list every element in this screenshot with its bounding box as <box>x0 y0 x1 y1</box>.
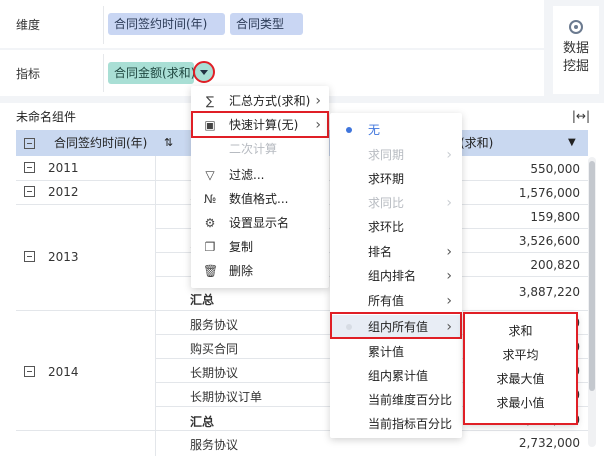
type-label: 汇总 <box>190 293 215 307</box>
collapse-icon[interactable] <box>24 366 35 377</box>
filter-icon: ▽ <box>205 168 215 182</box>
data-mining-label: 数据挖掘 <box>562 41 589 74</box>
menu-item-mom[interactable]: 求环比 <box>330 215 462 239</box>
highlight-group-all-values <box>330 312 462 339</box>
collapse-all-icon[interactable] <box>24 130 35 156</box>
menu-item-all-values[interactable]: 所有值 › <box>330 289 462 313</box>
menu-item-copy[interactable]: ❐ 复制 <box>191 235 329 259</box>
menu-item-display-name[interactable]: ⚙ 设置显示名 <box>191 211 329 235</box>
data-mining-button[interactable]: 数据挖掘 <box>553 6 599 94</box>
chevron-right-icon: › <box>446 195 452 211</box>
type-label: 长期协议订单 <box>190 390 263 404</box>
selected-dot-icon <box>346 127 352 133</box>
chevron-right-icon: › <box>446 147 452 163</box>
year-label: 2014 <box>48 365 79 379</box>
measures-label: 指标 <box>16 67 41 81</box>
menu-item-number-format[interactable]: № 数值格式... <box>191 187 329 211</box>
value-cell: 159,800 <box>530 210 580 224</box>
menu-item-aggregation[interactable]: ∑ 汇总方式(求和) › <box>191 89 329 113</box>
value-cell: 2,732,000 <box>518 436 580 450</box>
data-mining-icon <box>569 20 583 34</box>
menu-item-rank[interactable]: 排名 › <box>330 240 462 264</box>
type-label: 服务协议 <box>190 318 239 332</box>
type-label: 长期协议 <box>190 366 239 380</box>
dimension-chip-contract-type[interactable]: 合同类型 <box>230 13 303 35</box>
year-cell: 2013 <box>16 204 156 310</box>
value-cell: 200,820 <box>530 258 580 272</box>
year-cell: 2014 <box>16 310 156 430</box>
number-format-icon: № <box>203 192 217 206</box>
collapse-icon[interactable] <box>24 251 35 262</box>
highlight-quick-calc <box>191 111 329 138</box>
delete-icon: 🗑 <box>203 264 219 278</box>
quick-calc-submenu: 无 求同期 › 求环期 求同比 › 求环比 排名 › 组内排名 › 所有值 › … <box>330 113 462 438</box>
year-label: 2012 <box>48 185 79 199</box>
type-label: 购买合同 <box>190 342 239 356</box>
scrollbar-thumb[interactable] <box>589 161 595 391</box>
collapse-icon[interactable] <box>24 186 35 197</box>
measure-chip-contract-amount[interactable]: 合同金额(求和) <box>108 62 195 84</box>
collapse-icon[interactable] <box>24 162 35 173</box>
year-cell: 2011 <box>16 156 156 180</box>
menu-item-none[interactable]: 无 <box>330 118 462 142</box>
copy-icon: ❐ <box>204 240 216 254</box>
value-cell: 3,887,220 <box>518 285 580 299</box>
header-contract-year[interactable]: 合同签约时间(年) <box>54 130 147 156</box>
year-cell <box>16 430 156 456</box>
menu-item-measure-percent[interactable]: 当前指标百分比 <box>330 412 462 436</box>
type-label: 服务协议 <box>190 438 239 452</box>
menu-item-group-rank[interactable]: 组内排名 › <box>330 264 462 288</box>
menu-item-yoy: 求同比 › <box>330 191 462 215</box>
component-title: 未命名组件 <box>16 110 77 124</box>
value-cell: 550,000 <box>530 162 580 176</box>
type-label: 汇总 <box>190 415 215 429</box>
chevron-right-icon: › <box>315 93 321 109</box>
menu-item-group-cumulative[interactable]: 组内累计值 <box>330 364 462 388</box>
year-label: 2011 <box>48 161 79 175</box>
menu-item-same-period: 求同期 › <box>330 143 462 167</box>
menu-item-dim-percent[interactable]: 当前维度百分比 <box>330 388 462 412</box>
divider <box>103 54 104 92</box>
menu-item-previous-period[interactable]: 求环期 <box>330 167 462 191</box>
year-cell: 2012 <box>16 180 156 204</box>
chevron-right-icon: › <box>446 293 452 309</box>
dimension-chip-contract-year[interactable]: 合同签约时间(年) <box>108 13 225 35</box>
menu-item-delete[interactable]: 🗑 删除 <box>191 259 329 283</box>
header-dropdown-icon[interactable]: ▼ <box>568 130 576 156</box>
sort-icon[interactable]: ⇅ <box>164 130 173 156</box>
caret-down-icon <box>200 69 208 75</box>
value-cell: 3,526,600 <box>518 234 580 248</box>
highlight-aggregation-submenu <box>463 312 578 425</box>
menu-item-filter[interactable]: ▽ 过滤... <box>191 163 329 187</box>
chevron-right-icon: › <box>446 244 452 260</box>
header-amount[interactable]: (求和) <box>460 130 493 156</box>
dimensions-label: 维度 <box>16 18 41 32</box>
chevron-right-icon: › <box>446 268 452 284</box>
menu-item-cumulative[interactable]: 累计值 <box>330 340 462 364</box>
expand-horizontal-icon[interactable]: |↔| <box>572 109 590 123</box>
year-label: 2013 <box>48 250 79 264</box>
measure-dropdown-button[interactable] <box>193 61 215 83</box>
settings-icon: ⚙ <box>204 216 216 230</box>
divider <box>103 6 104 44</box>
value-cell: 1,576,000 <box>518 186 580 200</box>
menu-item-secondary-calc: 二次计算 <box>229 142 278 156</box>
sum-icon: ∑ <box>205 94 215 108</box>
